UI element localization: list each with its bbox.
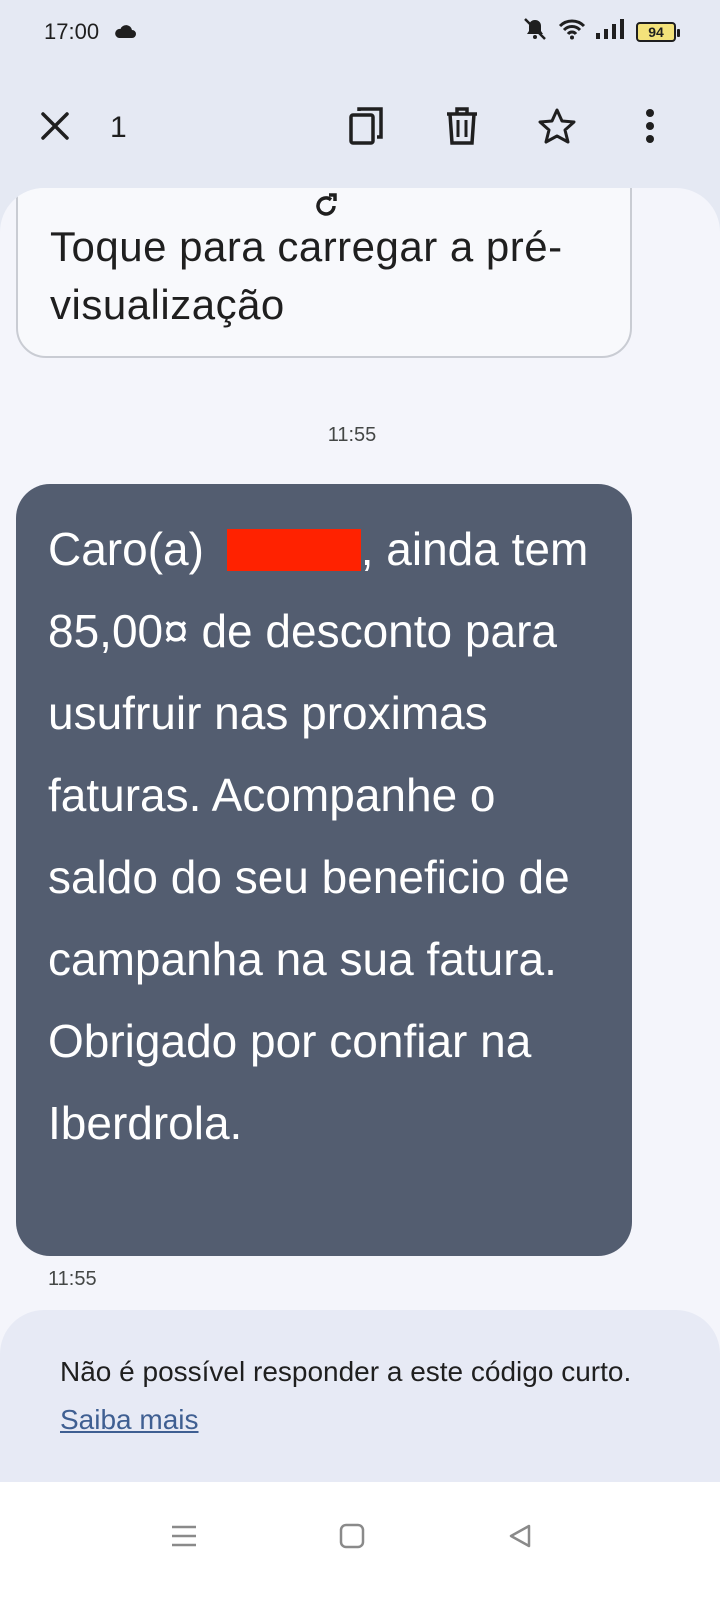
recents-button[interactable] [154, 1508, 214, 1568]
status-right: 94 [522, 17, 680, 47]
message-bubble[interactable]: Caro(a) , ainda tem 85,00¤ de desconto p… [16, 484, 632, 1256]
wifi-icon [558, 18, 586, 46]
star-button[interactable] [529, 100, 585, 156]
delete-button[interactable] [434, 100, 490, 156]
home-square-icon [339, 1523, 365, 1554]
redacted-name [226, 529, 361, 571]
delete-icon [445, 106, 479, 150]
conversation-area: Toque para carregar a pré-visualização 1… [0, 188, 720, 1482]
reply-notice: Não é possível responder a este código c… [0, 1310, 720, 1482]
cloud-icon [113, 19, 137, 45]
more-vert-icon [645, 108, 655, 149]
back-button[interactable] [490, 1508, 550, 1568]
link-preview-card[interactable]: Toque para carregar a pré-visualização [16, 188, 632, 358]
menu-icon [171, 1524, 197, 1553]
signal-icon [596, 19, 626, 45]
message-prefix: Caro(a) [48, 523, 217, 575]
star-icon [538, 108, 576, 149]
back-triangle-icon [507, 1523, 533, 1554]
learn-more-link[interactable]: Saiba mais [60, 1404, 199, 1435]
mute-icon [522, 17, 548, 47]
message-timestamp-header: 11:55 [327, 424, 377, 446]
preview-text: Toque para carregar a pré-visualização [50, 223, 563, 328]
status-left: 17:00 [44, 19, 137, 45]
message-text: Caro(a) , ainda tem 85,00¤ de desconto p… [48, 508, 612, 1164]
home-button[interactable] [322, 1508, 382, 1568]
copy-button[interactable] [339, 100, 395, 156]
navigation-bar [0, 1482, 720, 1600]
close-button[interactable] [27, 100, 83, 156]
more-options-button[interactable] [622, 100, 678, 156]
notice-text: Não é possível responder a este código c… [60, 1356, 632, 1387]
status-bar: 17:00 94 [0, 0, 720, 64]
battery-icon: 94 [636, 22, 680, 42]
selection-toolbar: 1 [0, 88, 720, 168]
copy-icon [349, 106, 385, 150]
message-timestamp: 11:55 [48, 1268, 97, 1290]
status-time: 17:00 [44, 19, 100, 44]
message-body: , ainda tem 85,00¤ de desconto para usuf… [48, 523, 589, 1149]
close-icon [40, 111, 70, 146]
selected-count: 1 [110, 111, 127, 144]
